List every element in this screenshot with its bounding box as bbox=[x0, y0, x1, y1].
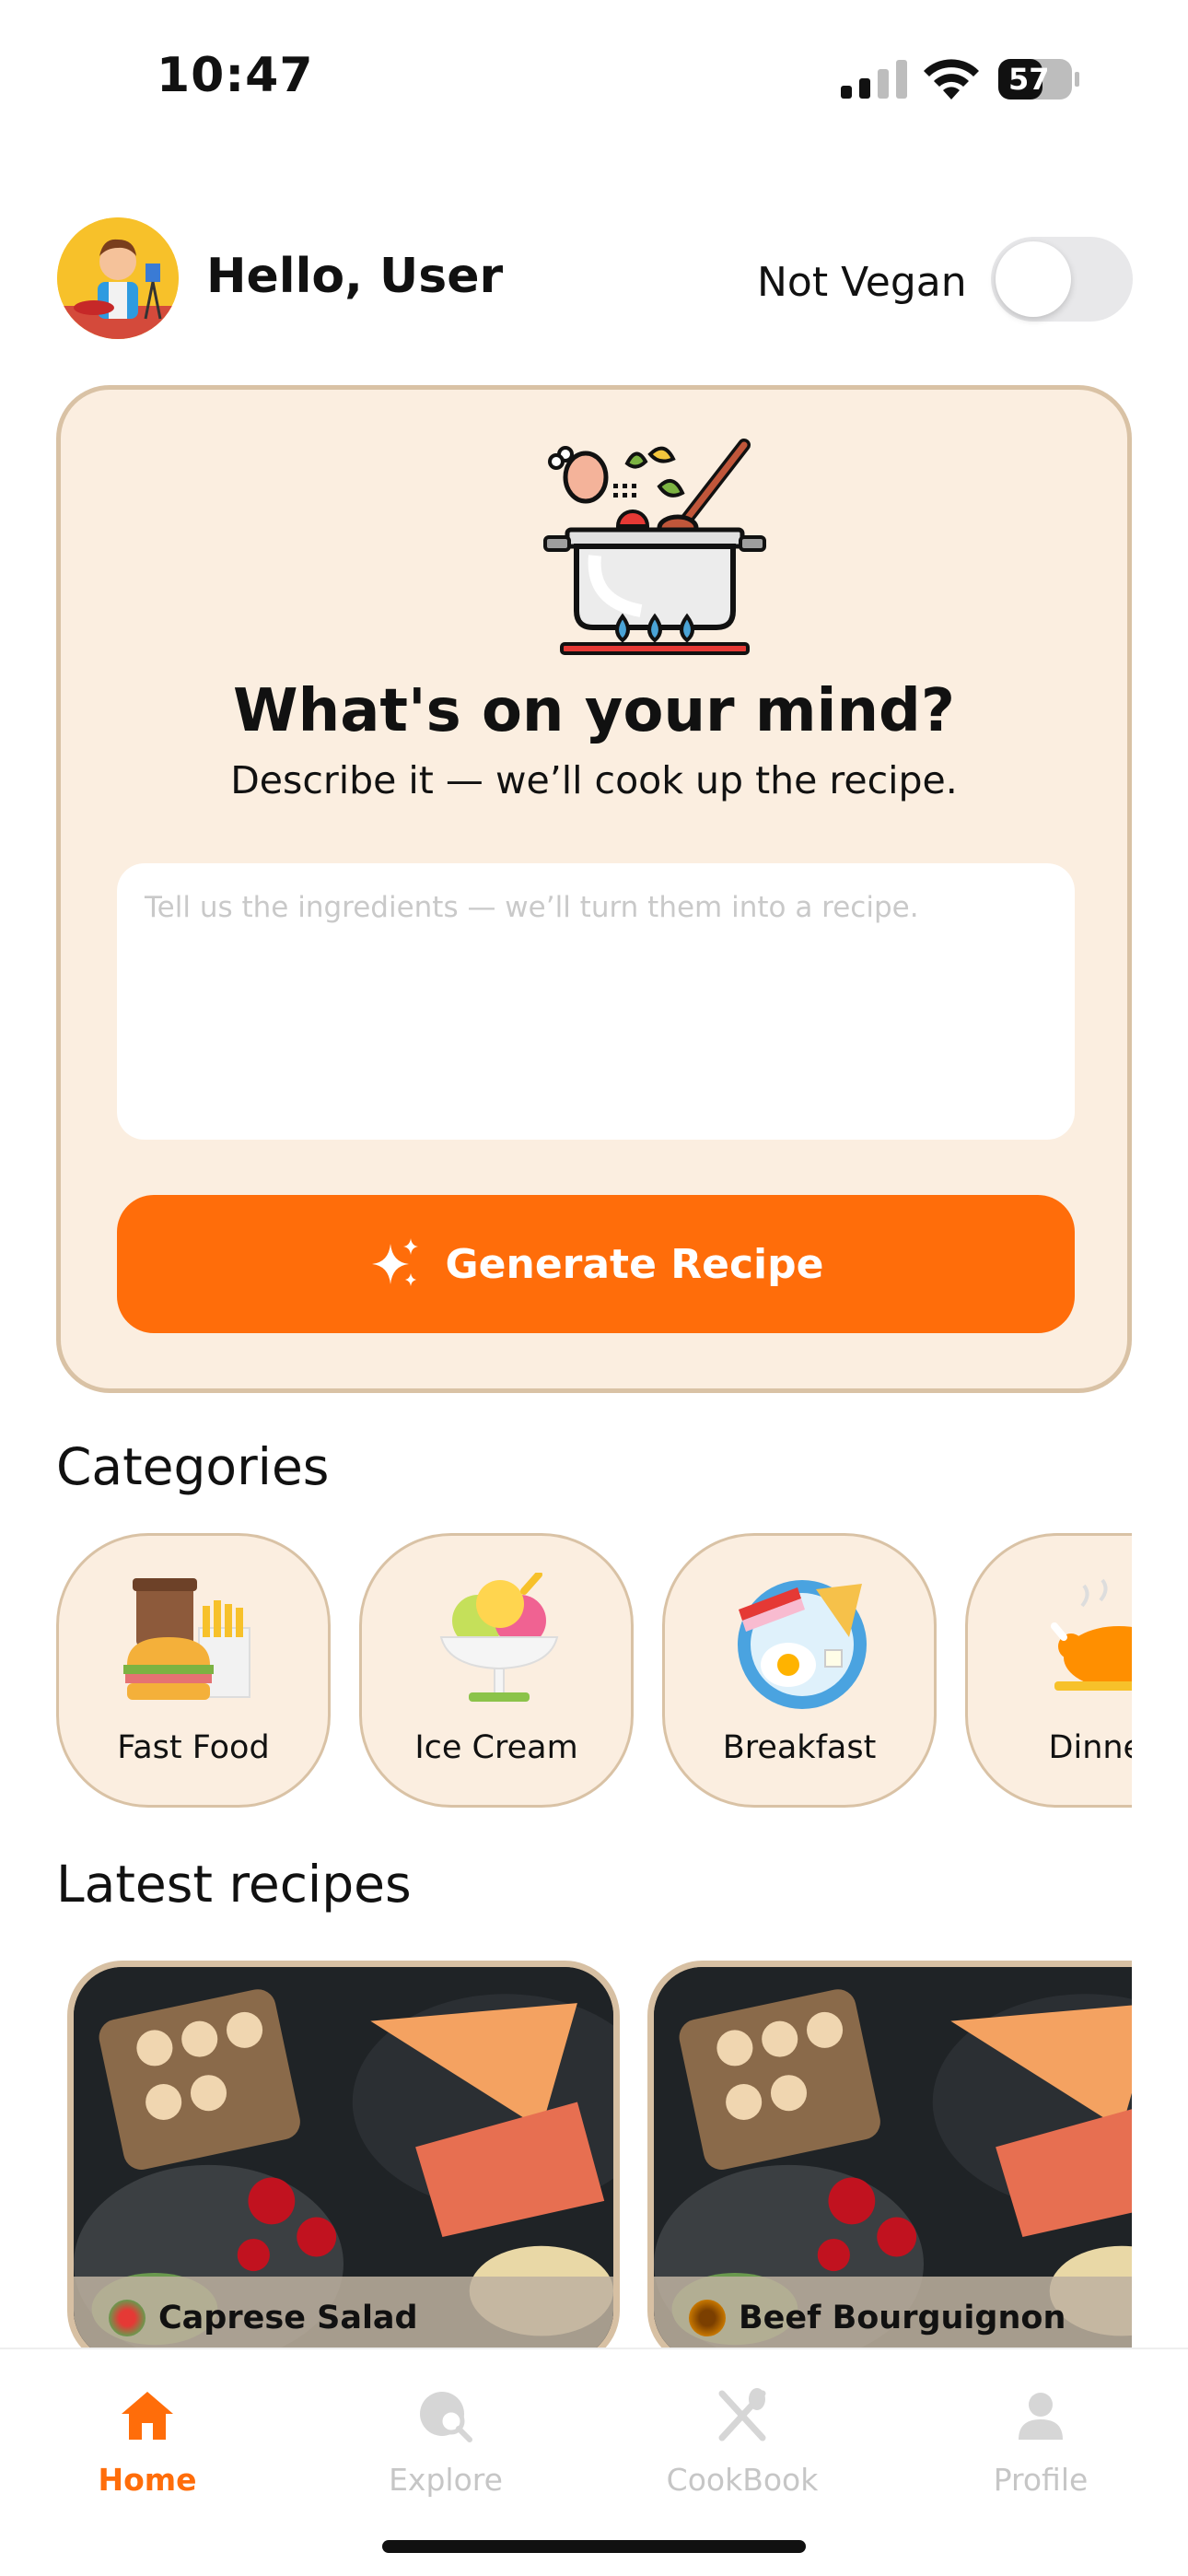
avatar[interactable] bbox=[57, 217, 179, 339]
ice-cream-icon bbox=[439, 1573, 559, 1702]
category-breakfast[interactable]: Breakfast bbox=[662, 1533, 937, 1808]
prompt-title: What's on your mind? bbox=[233, 677, 955, 745]
toggle-knob bbox=[996, 241, 1071, 317]
greeting: Hello, User bbox=[206, 249, 504, 304]
category-ice-cream[interactable]: Ice Cream bbox=[359, 1533, 634, 1808]
categories-list: Fast Food Ice Cream Breakfast Dinn bbox=[56, 1533, 1132, 1809]
category-label: Ice Cream bbox=[414, 1729, 578, 1766]
ingredients-input[interactable] bbox=[117, 863, 1075, 1140]
sparkle-icon bbox=[371, 1238, 418, 1286]
explore-icon bbox=[420, 2392, 472, 2442]
tab-home[interactable]: Home bbox=[55, 2386, 239, 2498]
wifi-icon bbox=[924, 59, 979, 100]
tab-label: Profile bbox=[993, 2462, 1089, 2498]
status-time: 10:47 bbox=[157, 48, 314, 103]
fast-food-icon bbox=[123, 1578, 250, 1700]
cookbook-icon bbox=[718, 2388, 766, 2441]
recipe-title: Beef Bourguignon bbox=[739, 2300, 1066, 2336]
dinner-icon bbox=[1051, 1578, 1132, 1691]
tab-profile[interactable]: Profile bbox=[949, 2386, 1133, 2498]
tab-label: Explore bbox=[389, 2462, 503, 2498]
tab-label: CookBook bbox=[666, 2462, 819, 2498]
categories-title: Categories bbox=[56, 1437, 330, 1496]
cooking-pot-icon bbox=[543, 439, 766, 655]
home-icon bbox=[122, 2392, 173, 2440]
tab-explore[interactable]: Explore bbox=[354, 2386, 538, 2498]
category-fast-food[interactable]: Fast Food bbox=[56, 1533, 331, 1808]
profile-icon bbox=[1019, 2393, 1063, 2440]
vegan-toggle-label: Not Vegan bbox=[757, 259, 967, 306]
category-dinner[interactable]: Dinner bbox=[965, 1533, 1132, 1808]
vegan-toggle[interactable] bbox=[991, 237, 1133, 322]
home-indicator[interactable] bbox=[382, 2540, 806, 2553]
cellular-signal-icon bbox=[841, 60, 907, 99]
tab-label: Home bbox=[98, 2462, 197, 2498]
recipe-card[interactable]: Beef Bourguignon bbox=[647, 1961, 1132, 2348]
latest-recipes-title: Latest recipes bbox=[56, 1855, 412, 1914]
battery-level: 57 bbox=[1008, 62, 1050, 97]
category-label: Fast Food bbox=[117, 1729, 270, 1766]
latest-recipes-list: Caprese Salad Beef Bourguignon bbox=[56, 1961, 1132, 2348]
generate-recipe-label: Generate Recipe bbox=[445, 1240, 824, 1288]
category-label: Dinner bbox=[1048, 1729, 1132, 1766]
status-bar: 10:47 57 bbox=[0, 0, 1188, 157]
category-label: Breakfast bbox=[722, 1729, 877, 1766]
breakfast-icon bbox=[738, 1580, 867, 1709]
recipe-thumb-icon bbox=[109, 2300, 146, 2336]
recipe-title: Caprese Salad bbox=[158, 2300, 418, 2336]
battery-icon: 57 bbox=[997, 58, 1080, 100]
recipe-label-bar: Caprese Salad bbox=[74, 2277, 613, 2348]
prompt-subtitle: Describe it — we’ll cook up the recipe. bbox=[230, 758, 958, 802]
recipe-label-bar: Beef Bourguignon bbox=[654, 2277, 1132, 2348]
tab-cookbook[interactable]: CookBook bbox=[650, 2386, 834, 2498]
recipe-card[interactable]: Caprese Salad bbox=[67, 1961, 620, 2348]
recipe-thumb-icon bbox=[689, 2300, 726, 2336]
generate-recipe-button[interactable]: Generate Recipe bbox=[117, 1195, 1075, 1333]
recipe-prompt-card: What's on your mind? Describe it — we’ll… bbox=[56, 385, 1132, 1393]
